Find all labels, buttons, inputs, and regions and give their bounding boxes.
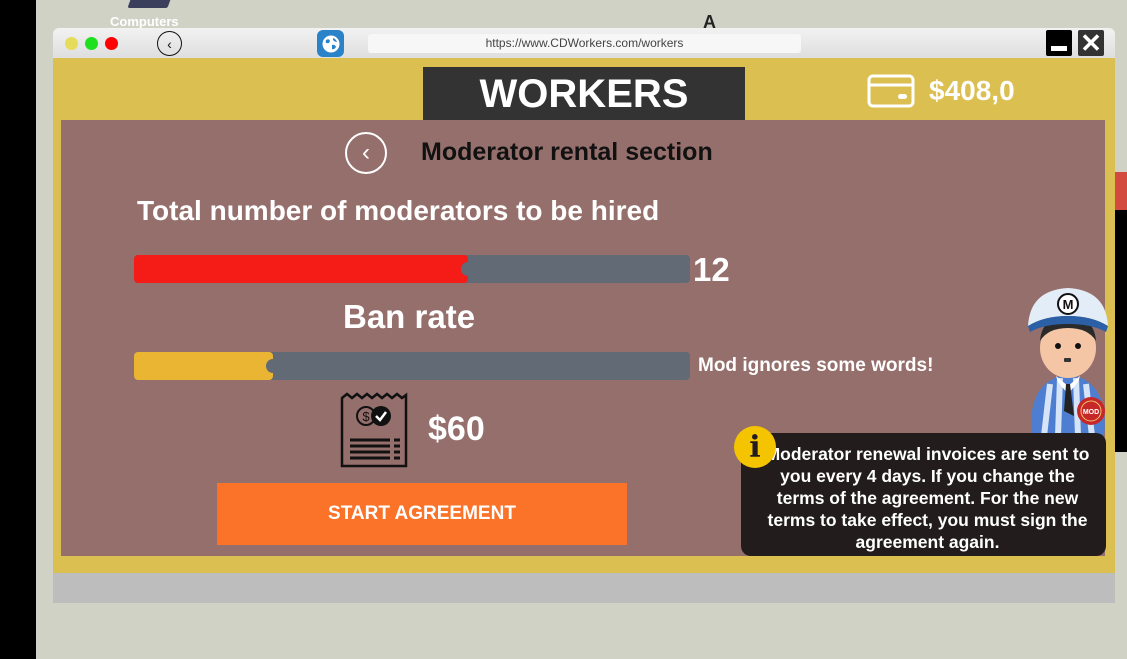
globe-icon[interactable] — [317, 30, 344, 57]
start-agreement-button[interactable]: START AGREEMENT — [217, 483, 627, 545]
moderators-slider[interactable] — [134, 255, 690, 283]
url-bar[interactable]: https://www.CDWorkers.com/workers — [368, 34, 801, 53]
ban-rate-slider-fill — [134, 352, 273, 380]
desktop-icon-computers[interactable]: Computers — [110, 0, 190, 29]
svg-text:$: $ — [362, 409, 370, 424]
balance-value: $408,0 — [929, 75, 1015, 106]
minimize-icon — [1051, 45, 1067, 51]
ban-rate-slider[interactable] — [134, 352, 690, 380]
browser-titlebar: ‹ https://www.CDWorkers.com/workers ✕ — [53, 28, 1115, 58]
moderators-slider-handle[interactable] — [461, 262, 475, 276]
desktop-left-edge — [0, 0, 36, 659]
agreement-price: $60 — [428, 410, 485, 448]
moderators-label: Total number of moderators to be hired — [137, 195, 660, 226]
page-content: WORKERS $408,0 ‹ Moderator rental sectio… — [53, 58, 1115, 573]
chevron-left-icon: ‹ — [167, 35, 172, 52]
moderators-count: 12 — [693, 251, 730, 288]
browser-back-button[interactable]: ‹ — [157, 31, 182, 56]
page-title: WORKERS — [423, 67, 745, 121]
background-window-edge — [1115, 172, 1127, 452]
credit-card-icon — [867, 74, 915, 108]
panel-title: Moderator rental section — [421, 138, 713, 166]
info-message: Moderator renewal invoices are sent to y… — [741, 433, 1106, 556]
chevron-left-icon: ‹ — [362, 139, 370, 166]
ban-rate-label: Ban rate — [343, 298, 476, 335]
computer-icon — [127, 0, 173, 8]
info-icon: i — [734, 426, 776, 468]
moderator-mascot-icon: MOD M — [1028, 288, 1108, 436]
svg-text:MOD: MOD — [1083, 409, 1099, 416]
wallet-balance: $408,0 — [867, 74, 1015, 108]
traffic-light-yellow[interactable] — [65, 37, 78, 50]
desktop-icon-label: Computers — [110, 14, 179, 29]
ban-rate-description: Mod ignores some words! — [698, 355, 934, 376]
close-button[interactable]: ✕ — [1078, 30, 1104, 56]
svg-text:M: M — [1063, 297, 1074, 312]
receipt-check-icon: $ — [340, 392, 408, 468]
traffic-light-red[interactable] — [105, 37, 118, 50]
close-icon: ✕ — [1080, 28, 1102, 58]
ban-rate-slider-handle[interactable] — [266, 359, 280, 373]
panel-back-button[interactable]: ‹ — [345, 132, 387, 174]
browser-window: ‹ https://www.CDWorkers.com/workers ✕ WO… — [53, 28, 1115, 603]
moderator-rental-panel: ‹ Moderator rental section Total number … — [61, 120, 1108, 556]
minimize-button[interactable] — [1046, 30, 1072, 56]
browser-status-bar — [53, 573, 1115, 603]
traffic-light-green[interactable] — [85, 37, 98, 50]
moderators-slider-fill — [134, 255, 468, 283]
